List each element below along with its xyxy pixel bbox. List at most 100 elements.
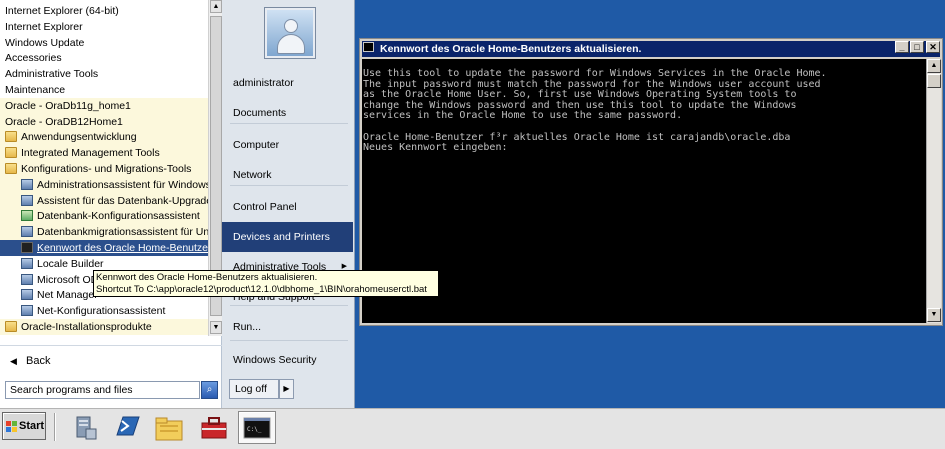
console-scrollbar[interactable]: ▲ ▼ (926, 59, 941, 323)
program-item[interactable]: Maintenance (0, 82, 208, 98)
user-picture[interactable] (265, 8, 315, 58)
start-button[interactable]: Start (2, 412, 46, 440)
console-title-text: Kennwort des Oracle Home-Benutzers aktua… (380, 43, 642, 55)
folder-icon (5, 147, 17, 159)
program-item[interactable]: Internet Explorer (0, 19, 208, 35)
log-off-button[interactable]: Log off (229, 379, 279, 399)
file-explorer-icon (155, 417, 183, 441)
powershell-icon (116, 416, 140, 436)
scroll-down-button[interactable]: ▼ (210, 321, 222, 334)
start-menu-item[interactable]: Control Panel (222, 192, 353, 222)
start-menu-item[interactable]: Documents (222, 98, 353, 128)
minimize-button[interactable]: _ (895, 41, 909, 53)
program-item[interactable]: Oracle-Installationsprodukte (0, 319, 208, 335)
start-menu-places-pane: administrator Documents Computer Network Con… (222, 0, 355, 408)
console-scroll-thumb[interactable] (927, 74, 941, 88)
start-label: Start (19, 420, 45, 432)
program-item[interactable]: Konfigurations- und Migrations-Tools (0, 161, 208, 177)
start-menu-item[interactable]: Run... (222, 312, 353, 342)
program-label: Datenbankmigrationsassistent für Unicode (37, 226, 208, 239)
console-output[interactable]: Use this tool to update the password for… (362, 59, 926, 323)
program-label: Internet Explorer (5, 20, 83, 33)
windows-logo-icon (6, 421, 17, 432)
program-icon (21, 226, 33, 238)
program-icon (21, 210, 33, 222)
taskbar-separator (54, 413, 56, 441)
command-prompt-button[interactable]: C:\_ (238, 411, 276, 444)
maximize-button[interactable]: □ (910, 41, 924, 53)
console-scroll-down-button[interactable]: ▼ (927, 308, 941, 322)
close-button[interactable]: ✕ (926, 41, 940, 53)
file-explorer-button[interactable] (150, 411, 188, 444)
program-label: Anwendungsentwicklung (21, 131, 137, 144)
start-menu-item-label: Network (233, 169, 272, 181)
console-scroll-up-button[interactable]: ▲ (927, 59, 941, 73)
start-menu-item-label: Computer (233, 139, 280, 151)
back-label: Back (26, 355, 51, 367)
program-item[interactable]: Oracle - OraDb11g_home1 (0, 97, 208, 114)
command-prompt-icon: C:\_ (243, 417, 271, 439)
user-avatar-head-icon (284, 19, 298, 33)
start-menu-item[interactable]: Computer (222, 130, 353, 160)
program-label: Accessories (5, 52, 62, 65)
console-title-bar[interactable]: Kennwort des Oracle Home-Benutzers aktua… (362, 41, 940, 57)
start-menu-item-label: Run... (233, 321, 262, 333)
search-icon[interactable]: ⌕ (201, 381, 218, 399)
program-label: Oracle-Installationsprodukte (21, 321, 152, 333)
start-menu-item[interactable]: Network (222, 160, 353, 190)
program-item[interactable]: Integrated Management Tools (0, 145, 208, 162)
program-item[interactable]: Internet Explorer (64-bit) (0, 3, 208, 19)
program-item[interactable]: Anwendungsentwicklung (0, 129, 208, 146)
server-manager-button[interactable] (66, 411, 104, 444)
program-label: Net Manager (37, 289, 98, 302)
shutdown-options-arrow[interactable]: ▶ (279, 379, 294, 399)
program-label: Internet Explorer (64-bit) (5, 5, 119, 17)
program-label: Datenbank-Konfigurationsassistent (37, 210, 200, 223)
program-item[interactable]: Datenbankmigrationsassistent für Unicode (0, 224, 208, 241)
program-label: Administrationsassistent für Windows (37, 178, 208, 191)
svg-text:C:\_: C:\_ (247, 426, 262, 433)
program-item[interactable]: Oracle - OraDB12Home1 (0, 113, 208, 130)
program-item[interactable]: Administrationsassistent für Windows (0, 176, 208, 193)
program-item[interactable]: Accessories (0, 50, 208, 66)
start-menu-item[interactable]: administrator (222, 68, 353, 98)
powershell-button[interactable] (108, 411, 146, 444)
search-input[interactable]: Search programs and files (5, 381, 200, 399)
start-menu-item[interactable]: Windows Security (222, 345, 353, 375)
program-icon (21, 305, 33, 317)
taskbar: Start C:\_ (0, 408, 945, 449)
program-icon (21, 289, 33, 301)
back-arrow-icon: ◀ (10, 356, 17, 366)
program-item[interactable]: Datenbank-Konfigurationsassistent (0, 208, 208, 225)
start-menu-item-label: Windows Security (233, 354, 317, 366)
scroll-up-button[interactable]: ▲ (210, 0, 222, 13)
folder-icon (5, 163, 17, 174)
folder-icon (5, 321, 17, 332)
start-menu-programs-pane: Internet Explorer (64-bit) Internet Explo… (0, 0, 222, 408)
program-item[interactable]: Net-Konfigurationsassistent (0, 303, 208, 319)
program-label: Integrated Management Tools (21, 147, 160, 160)
program-item[interactable]: Kennwort des Oracle Home-Benutzers aktua… (0, 240, 208, 256)
console-window-icon[interactable] (363, 42, 374, 52)
program-label: Assistent für das Datenbank-Upgrade (37, 194, 208, 207)
back-button[interactable]: ◀ Back (0, 345, 222, 375)
program-icon (21, 242, 33, 253)
tooltip-title: Kennwort des Oracle Home-Benutzers aktua… (96, 272, 318, 283)
program-label: Kennwort des Oracle Home-Benutzers aktua… (37, 242, 208, 254)
program-label: Windows Update (5, 36, 85, 49)
program-icon (21, 178, 33, 190)
start-menu-item-label: administrator (233, 77, 294, 89)
program-item[interactable]: Assistent für das Datenbank-Upgrade (0, 192, 208, 209)
program-label: Oracle - OraDB12Home1 (5, 115, 123, 128)
program-item[interactable]: Administrative Tools (0, 66, 208, 82)
server-manager-icon (76, 416, 97, 440)
program-label: Locale Builder (37, 257, 104, 270)
program-item[interactable]: Windows Update (0, 35, 208, 51)
program-icon (21, 194, 33, 206)
console-window[interactable]: Kennwort des Oracle Home-Benutzers aktua… (359, 38, 943, 326)
shortcut-tooltip: Kennwort des Oracle Home-Benutzers aktua… (93, 270, 439, 297)
toolbox-button[interactable] (195, 411, 233, 444)
program-icon (21, 257, 33, 269)
start-menu-item[interactable]: Devices and Printers (222, 222, 353, 252)
program-label: Administrative Tools (5, 68, 99, 81)
